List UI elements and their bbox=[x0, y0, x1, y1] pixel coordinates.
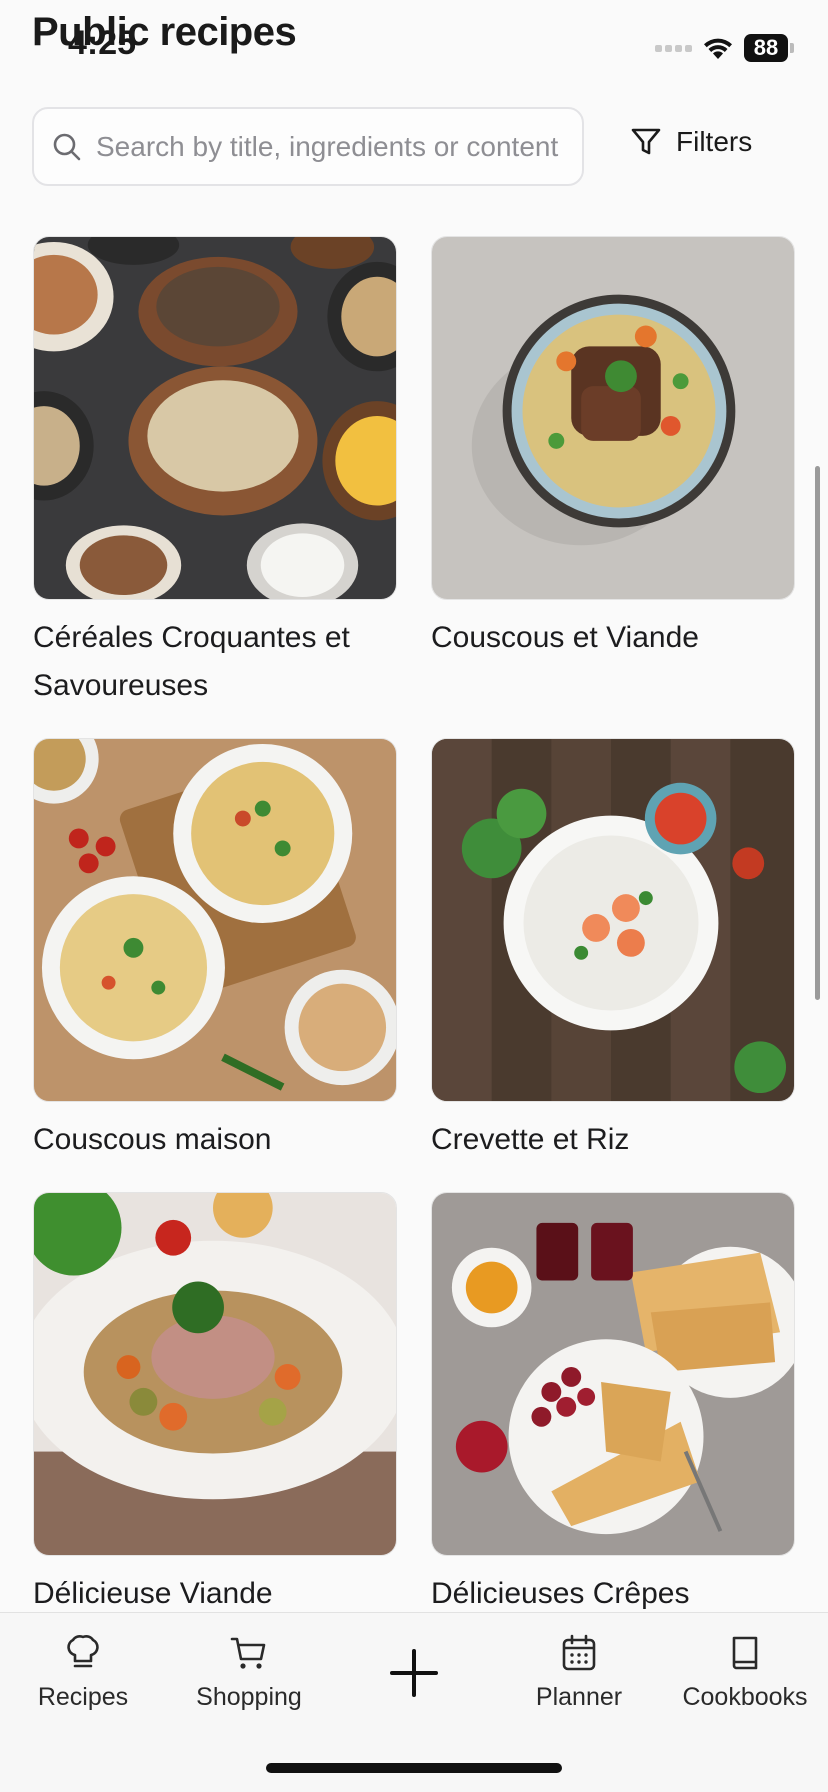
recipe-card[interactable]: Céréales Croquantes et Savoureuses bbox=[33, 236, 397, 710]
search-input[interactable] bbox=[96, 130, 566, 163]
recipe-card[interactable]: Couscous et Viande bbox=[431, 236, 795, 662]
recipe-title: Crevette et Riz bbox=[431, 1123, 630, 1156]
tab-planner[interactable]: Planner bbox=[496, 1633, 662, 1712]
filters-button[interactable]: Filters bbox=[630, 126, 752, 158]
home-indicator bbox=[266, 1763, 562, 1773]
tab-cookbooks[interactable]: Cookbooks bbox=[662, 1633, 828, 1712]
filters-label: Filters bbox=[676, 126, 753, 157]
tab-shopping-label: Shopping bbox=[196, 1683, 302, 1711]
recipe-image bbox=[33, 1192, 397, 1556]
recipe-image bbox=[431, 738, 795, 1102]
search-icon bbox=[53, 133, 81, 160]
tab-shopping[interactable]: Shopping bbox=[166, 1633, 332, 1712]
tab-cookbooks-label: Cookbooks bbox=[682, 1683, 808, 1711]
shopping-cart-icon bbox=[230, 1637, 266, 1669]
calendar-icon bbox=[562, 1634, 596, 1671]
recipe-title: Céréales Croquantes et Savoureuses bbox=[33, 621, 350, 702]
chef-hat-icon bbox=[67, 1635, 99, 1668]
recipe-card[interactable]: Délicieuses Crêpes bbox=[431, 1192, 795, 1618]
add-recipe-button[interactable] bbox=[384, 1643, 444, 1703]
tab-recipes[interactable]: Recipes bbox=[0, 1633, 166, 1712]
recipe-card[interactable]: Couscous maison bbox=[33, 738, 397, 1164]
recipe-card[interactable]: Crevette et Riz bbox=[431, 738, 795, 1164]
recipe-title: Couscous maison bbox=[33, 1123, 272, 1156]
tab-planner-label: Planner bbox=[535, 1683, 623, 1711]
recipe-title: Délicieuses Crêpes bbox=[431, 1577, 690, 1610]
wifi-icon bbox=[704, 38, 732, 59]
battery-icon: 88 bbox=[744, 34, 794, 62]
search-bar[interactable] bbox=[32, 107, 584, 186]
book-icon bbox=[732, 1636, 758, 1670]
recipe-image bbox=[431, 236, 795, 600]
recipe-image bbox=[33, 738, 397, 1102]
scrollbar[interactable] bbox=[815, 466, 820, 1000]
cellular-signal-icon bbox=[655, 44, 692, 52]
status-indicators: 88 bbox=[655, 34, 794, 62]
status-time: 4:25 bbox=[68, 24, 137, 62]
tab-recipes-label: Recipes bbox=[37, 1683, 129, 1711]
recipe-title: Couscous et Viande bbox=[431, 621, 699, 654]
recipe-image bbox=[431, 1192, 795, 1556]
recipe-card[interactable]: Délicieuse Viande bbox=[33, 1192, 397, 1618]
recipe-image bbox=[33, 236, 397, 600]
recipe-title: Délicieuse Viande bbox=[33, 1577, 273, 1610]
battery-level: 88 bbox=[744, 34, 788, 62]
filter-icon bbox=[631, 128, 661, 155]
